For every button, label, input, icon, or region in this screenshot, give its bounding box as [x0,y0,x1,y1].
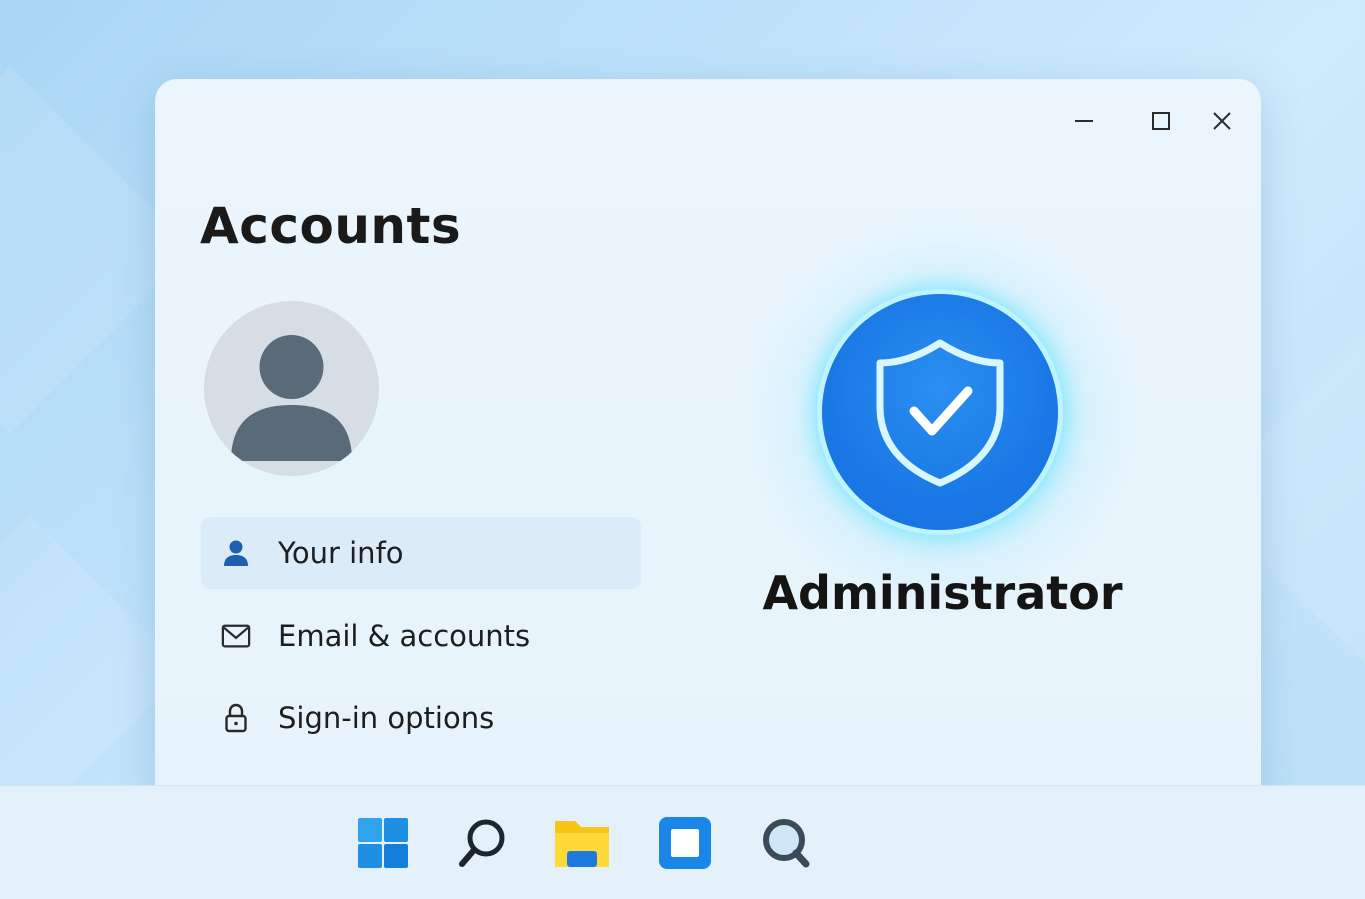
nav-item-your-info[interactable]: Your info [201,517,641,589]
taskbar-app-button[interactable] [655,813,715,873]
nav-item-label: Your info [278,536,404,570]
close-icon [1213,112,1231,130]
nav-item-label: Email & accounts [278,619,531,653]
app-window-icon [659,817,711,869]
nav-item-sign-in-options[interactable]: Sign-in options [201,682,641,754]
maximize-button[interactable] [1141,101,1181,141]
nav-item-label: Sign-in options [278,701,495,735]
shield-check-icon [876,339,1004,487]
taskbar-search-app-button[interactable] [756,813,816,873]
windows-start-icon [358,818,408,868]
taskbar [0,785,1365,899]
maximize-icon [1152,112,1170,130]
file-explorer-icon [555,821,609,867]
search-app-icon [763,819,810,868]
minimize-icon [1075,120,1093,122]
account-role-label: Administrator [762,566,1123,620]
close-button[interactable] [1202,101,1242,141]
taskbar-start-button[interactable] [353,813,413,873]
nav-item-email-accounts[interactable]: Email & accounts [201,600,641,672]
minimize-button[interactable] [1064,101,1104,141]
person-icon [221,538,251,568]
lock-icon [221,703,251,733]
taskbar-file-explorer-button[interactable] [552,813,612,873]
user-avatar-icon [231,335,352,461]
mail-icon [221,621,251,651]
settings-window: Accounts Your info Email & accounts Sign… [155,79,1261,819]
avatar[interactable] [204,301,379,476]
page-title: Accounts [200,197,462,255]
search-icon [459,819,505,867]
admin-badge [822,294,1058,530]
taskbar-search-button[interactable] [452,813,512,873]
